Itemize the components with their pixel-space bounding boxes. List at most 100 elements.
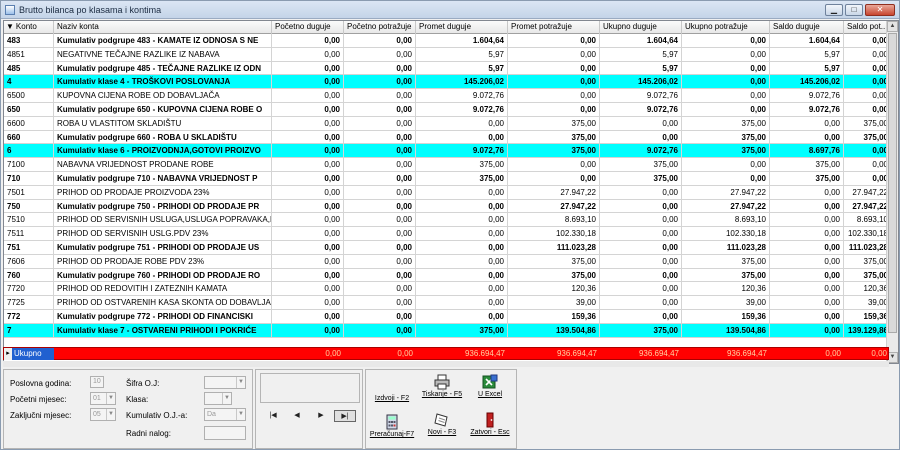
total-promet-potrazuje: 936.694,47	[556, 349, 597, 358]
column-header-saldo-duguje[interactable]: Saldo duguje	[770, 21, 844, 34]
table-row[interactable]: 751 Kumulativ podgrupe 751 - PRIHODI OD P…	[4, 241, 890, 255]
scroll-up-icon[interactable]: ▲	[887, 21, 898, 32]
table-row[interactable]: 7511 PRIHOD OD SERVISNIH USLG.PDV 23% 0,00…	[4, 227, 890, 241]
cell-promet-duguje: 375,00	[416, 323, 508, 337]
cell-ukupno-potrazuje: 8.693,10	[682, 213, 770, 227]
column-header-naziv-konta[interactable]: Naziv konta	[54, 21, 272, 34]
last-record-icon[interactable]: ▶|	[334, 410, 356, 422]
cell-naziv-konta: Kumulativ podgrupe 760 - PRIHODI OD PROD…	[54, 268, 272, 282]
zatvori-button[interactable]: Zatvori - Esc	[466, 410, 514, 444]
cell-pocetno-potrazuje: 0,00	[344, 296, 416, 310]
zakljucni-mjesec-select[interactable]: 05 ▼	[90, 408, 116, 421]
table-row[interactable]: 485 Kumulativ podgrupe 485 - TEČAJNE RAZL…	[4, 61, 890, 76]
new-document-icon	[434, 413, 448, 427]
table-row[interactable]: 7 Kumulativ klase 7 - OSTVARENI PRIHODI I…	[4, 323, 890, 338]
column-header-pocetno-duguje[interactable]: Početno duguje	[272, 21, 344, 34]
tiskanje-button[interactable]: Tiskanje - F5	[418, 372, 466, 406]
table-row[interactable]: 750 Kumulativ podgrupe 750 - PRIHODI OD P…	[4, 199, 890, 214]
cell-saldo-potrazuje: 0,00	[844, 103, 890, 116]
excel-button[interactable]: U Excel	[466, 372, 514, 406]
cell-promet-potrazuje: 0,00	[508, 158, 600, 172]
column-header-ukupno-duguje[interactable]: Ukupno duguje	[600, 21, 682, 34]
cell-konto: 6600	[4, 116, 54, 130]
poslovna-godina-field[interactable]: 10	[90, 376, 104, 388]
next-record-icon[interactable]: ▶	[314, 410, 328, 422]
table-row[interactable]: 6 Kumulativ klase 6 - PROIZVODNJA,GOTOVI …	[4, 144, 890, 159]
cell-ukupno-potrazuje: 139.504,86	[682, 323, 770, 337]
first-record-icon[interactable]: |◀	[266, 410, 280, 422]
sifra-oj-select[interactable]: ▼	[204, 376, 246, 389]
chevron-down-icon: ▼	[106, 393, 115, 404]
cell-pocetno-potrazuje: 0,00	[344, 241, 416, 254]
preracunaj-button[interactable]: Preračunaj-F7	[368, 412, 416, 446]
klasa-select[interactable]: ▼	[204, 392, 232, 405]
cell-ukupno-duguje: 0,00	[600, 130, 682, 144]
balance-grid[interactable]: ▼ Konto Naziv konta Početno duguje Početno p…	[3, 20, 899, 364]
cell-promet-duguje: 1.604,64	[416, 34, 508, 47]
cell-konto: 750	[4, 199, 54, 213]
cell-promet-potrazuje: 27.947,22	[508, 199, 600, 213]
maximize-button[interactable]: □	[845, 3, 863, 16]
horizontal-scrollbar[interactable]	[3, 361, 889, 367]
cell-promet-potrazuje: 375,00	[508, 130, 600, 144]
table-row[interactable]: 7510 PRIHOD OD SERVISNIH USLUGA,USLUGA PO…	[4, 213, 890, 228]
chevron-down-icon: ▼	[236, 409, 245, 420]
table-row[interactable]: 7100 NABAVNA VRIJEDNOST PRODANE ROBE 0,00 0…	[4, 158, 890, 172]
table-row[interactable]: 483 Kumulativ podgrupe 483 - KAMATE IZ OD…	[4, 34, 890, 48]
table-row[interactable]: 6600 ROBA U VLASTITOM SKLADIŠTU 0,00 0,00 0,…	[4, 116, 890, 131]
table-row[interactable]: 6500 KUPOVNA CIJENA ROBE OD DOBAVLJAČA 0,0…	[4, 89, 890, 103]
radni-nalog-field[interactable]	[204, 426, 246, 440]
cell-ukupno-duguje: 9.072,76	[600, 89, 682, 103]
cell-konto: 4	[4, 75, 54, 89]
calculator-icon	[386, 414, 398, 430]
table-row[interactable]: 650 Kumulativ podgrupe 650 - KUPOVNA CIJE…	[4, 103, 890, 117]
total-row[interactable]: ▸ Ukupno 0,00 0,00 936.694,47 936.694,47 936…	[3, 347, 889, 360]
izdvoji-button[interactable]: Izdvoji - F2	[368, 376, 416, 410]
pocetni-mjesec-select[interactable]: 01 ▼	[90, 392, 116, 405]
cell-saldo-duguje: 0,00	[770, 310, 844, 323]
cell-promet-duguje: 375,00	[416, 158, 508, 172]
table-row[interactable]: 7501 PRIHOD OD PRODAJE PROIZVODA 23% 0,00 0…	[4, 185, 890, 200]
cell-naziv-konta: PRIHOD OD SERVISNIH USLUGA,USLUGA POPRAV…	[54, 213, 272, 227]
column-header-konto[interactable]: ▼ Konto	[4, 21, 54, 34]
cell-promet-potrazuje: 8.693,10	[508, 213, 600, 227]
cell-konto: 7501	[4, 185, 54, 199]
cell-pocetno-potrazuje: 0,00	[344, 323, 416, 337]
scroll-thumb[interactable]	[888, 33, 897, 333]
cell-konto: 7725	[4, 296, 54, 310]
cell-konto: 483	[4, 34, 54, 47]
cell-promet-potrazuje: 139.504,86	[508, 323, 600, 337]
total-label[interactable]: Ukupno	[12, 348, 54, 360]
table-row[interactable]: 7720 PRIHOD OD REDOVITIH I ZATEZNIH KAMAT…	[4, 282, 890, 297]
table-row[interactable]: 7606 PRIHOD OD PRODAJE ROBE PDV 23% 0,00 0,…	[4, 254, 890, 269]
column-header-saldo-potrazuje[interactable]: Saldo pot...	[844, 21, 890, 34]
prev-record-icon[interactable]: ◀	[290, 410, 304, 422]
table-row[interactable]: 772 Kumulativ podgrupe 772 - PRIHODI OD F…	[4, 310, 890, 324]
close-button[interactable]: ✕	[865, 3, 895, 16]
column-header-ukupno-potrazuje[interactable]: Ukupno potražuje	[682, 21, 770, 34]
cell-ukupno-potrazuje: 0,00	[682, 103, 770, 116]
table-row[interactable]: 4851 NEGATIVNE TEČAJNE RAZLIKE IZ NABAVA 0…	[4, 47, 890, 62]
table-row[interactable]: 760 Kumulativ podgrupe 760 - PRIHODI OD P…	[4, 268, 890, 283]
table-row[interactable]: 660 Kumulativ podgrupe 660 - ROBA U SKLAD…	[4, 130, 890, 145]
navigator-panel: |◀ ◀ ▶ ▶|	[255, 369, 363, 449]
vertical-scrollbar[interactable]: ▲ ▼	[886, 21, 898, 363]
cell-ukupno-duguje: 0,00	[600, 268, 682, 282]
column-header-label: Ukupno duguje	[603, 22, 657, 31]
column-header-promet-potrazuje[interactable]: Promet potražuje	[508, 21, 600, 34]
table-row[interactable]: 7725 PRIHOD OD OSTVARENIH KASA SKONTA OD …	[4, 296, 890, 310]
minimize-button[interactable]: ▁	[825, 3, 843, 16]
table-row[interactable]: 4 Kumulativ klase 4 - TROŠKOVI POSLOVANJA…	[4, 75, 890, 90]
cell-konto: 7606	[4, 254, 54, 268]
cell-saldo-potrazuje: 375,00	[844, 254, 890, 268]
table-row[interactable]: 710 Kumulativ podgrupe 710 - NABAVNA VRIJ…	[4, 172, 890, 186]
cell-naziv-konta: Kumulativ podgrupe 660 - ROBA U SKLADIŠT…	[54, 130, 272, 144]
cell-promet-potrazuje: 120,36	[508, 282, 600, 296]
kumulativ-select[interactable]: Da ▼	[204, 408, 246, 421]
cell-saldo-duguje: 0,00	[770, 241, 844, 254]
cell-saldo-potrazuje: 0,00	[844, 172, 890, 185]
column-header-promet-duguje[interactable]: Promet duguje	[416, 21, 508, 34]
column-header-pocetno-potrazuje[interactable]: Početno potražuje	[344, 21, 416, 34]
info-subpanel	[260, 373, 360, 403]
novi-button[interactable]: Novi - F3	[418, 410, 466, 444]
